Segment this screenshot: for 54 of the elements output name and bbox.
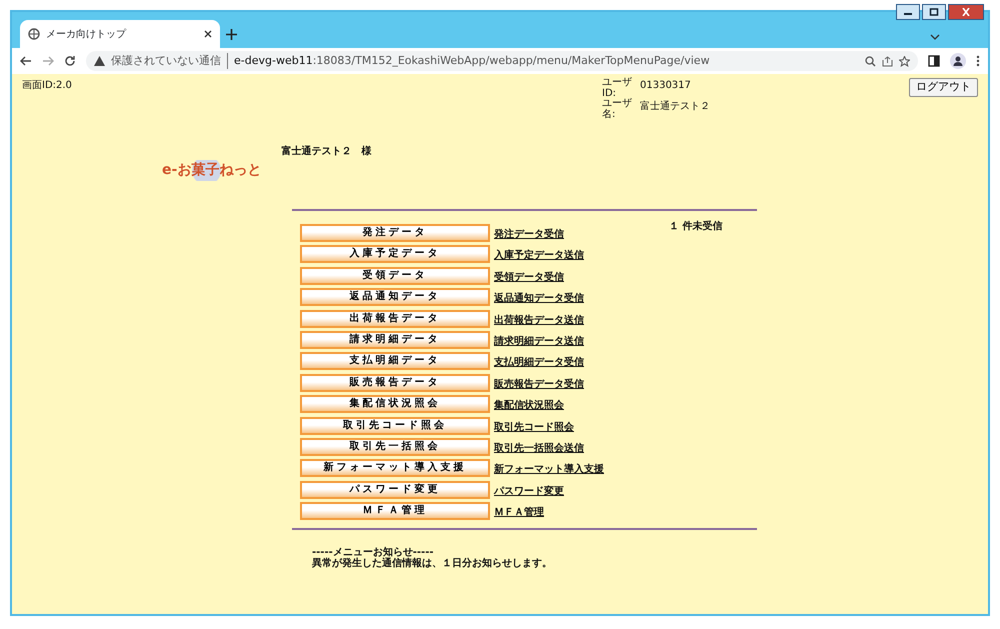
field-label: ユーザ名:: [602, 99, 632, 120]
screen-id: 画面ID:2.0: [22, 79, 73, 93]
menu-button[interactable]: パスワード変更: [300, 480, 490, 499]
reload-icon[interactable]: [64, 55, 76, 67]
menu-button[interactable]: 取引先一括照会: [300, 438, 490, 456]
notice-text: 異常が発生した通信情報は、１日分お知らせします。: [312, 558, 553, 570]
menu-button[interactable]: 販売報告データ: [300, 374, 490, 392]
menu-button[interactable]: 受領データ: [300, 266, 490, 285]
menu-link[interactable]: 販売報告データ受信: [494, 376, 669, 392]
menu-link[interactable]: 発注データ受信: [494, 227, 669, 242]
menu-link[interactable]: 入庫予定データ送信: [494, 248, 669, 264]
close-icon[interactable]: [204, 30, 212, 38]
menu-link[interactable]: 出荷報告データ送信: [494, 312, 669, 328]
menu-link[interactable]: パスワード変更: [494, 484, 669, 499]
menu-link[interactable]: 取引先コード照会: [494, 420, 669, 435]
globe-icon: [28, 28, 40, 40]
menu-button[interactable]: 請求明細データ: [300, 330, 490, 349]
menu-link[interactable]: 受領データ受信: [494, 270, 669, 285]
profile-icon[interactable]: [950, 53, 966, 69]
menu-link[interactable]: ＭＦＡ管理: [494, 505, 669, 520]
logo: e-お菓子ねっと: [162, 160, 262, 181]
menu-link[interactable]: 取引先一括照会送信: [494, 440, 669, 456]
greeting-text: 富士通テスト２ 様: [281, 144, 372, 159]
back-arrow-icon[interactable]: [20, 56, 32, 66]
menu-button[interactable]: 返品通知データ: [300, 288, 490, 306]
new-tab-icon[interactable]: [226, 29, 237, 40]
menu-button[interactable]: ＭＦＡ管理: [300, 502, 490, 520]
field-value: 富士通テスト２: [640, 100, 710, 114]
field-value: 01330317: [640, 79, 691, 93]
tab-title: メーカ向けトップ: [46, 28, 128, 42]
menu-link[interactable]: 集配信状況照会: [494, 398, 669, 414]
menu-button[interactable]: 新フォーマット導入支援: [300, 459, 490, 478]
close-icon[interactable]: [948, 4, 984, 20]
menu-link[interactable]: 新フォーマット導入支援: [494, 462, 669, 478]
chevron-down-icon[interactable]: [930, 34, 940, 40]
menu-button[interactable]: 取引先コード照会: [300, 416, 490, 435]
menu-button[interactable]: 集配信状況照会: [300, 395, 490, 414]
address-bar[interactable]: 保護されていない通信 e-devg-web11:18083/TM152_EokashiWebApp/webapp/menu/MakerTopMenuPage/view: [86, 51, 918, 71]
side-panel-icon[interactable]: [928, 55, 940, 67]
logout-button[interactable]: ログアウト: [909, 78, 978, 96]
minimize-icon[interactable]: [896, 4, 920, 20]
menu-button[interactable]: 入庫予定データ: [300, 245, 490, 264]
notice-title: -----メニューお知らせ-----: [312, 548, 435, 558]
browser-tab[interactable]: メーカ向けトップ: [20, 20, 220, 48]
status-text: １ 件未受信: [669, 220, 722, 234]
menu-link[interactable]: 返品通知データ受信: [494, 291, 669, 306]
more-icon[interactable]: [976, 55, 980, 67]
maximize-icon[interactable]: [922, 4, 946, 20]
menu-button[interactable]: 支払明細データ: [300, 352, 490, 370]
menu-button[interactable]: 出荷報告データ: [300, 310, 490, 328]
field-label: ユーザID:: [602, 78, 632, 98]
menu-button[interactable]: 発注データ: [300, 224, 490, 242]
menu-link[interactable]: 請求明細データ送信: [494, 334, 669, 349]
menu-link[interactable]: 支払明細データ受信: [494, 355, 669, 370]
